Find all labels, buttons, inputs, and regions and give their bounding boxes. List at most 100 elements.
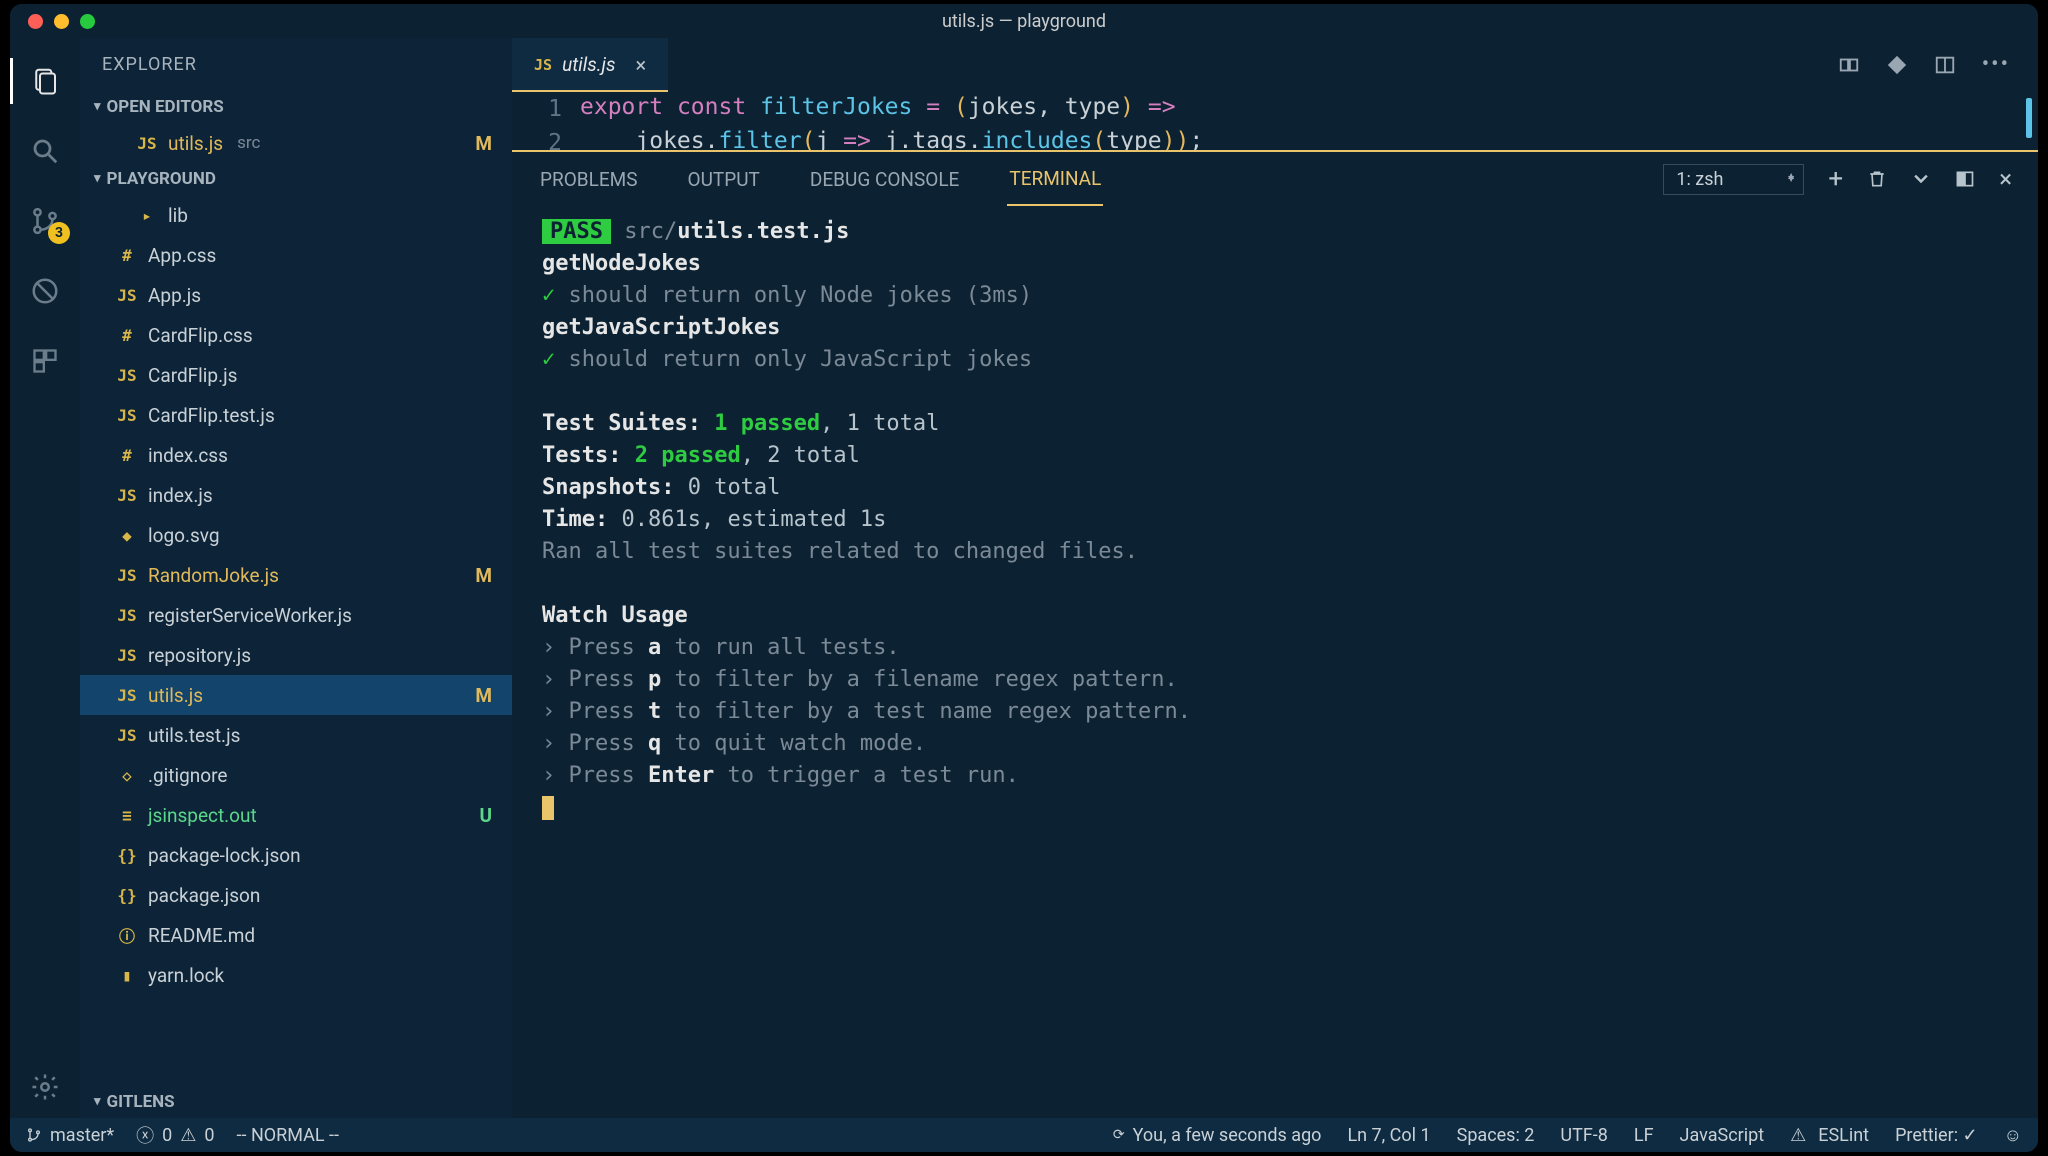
prettier-status[interactable]: Prettier: ✓ — [1895, 1125, 1978, 1146]
eslint-status[interactable]: ESLint — [1790, 1125, 1869, 1146]
terminal-select[interactable]: 1: zsh — [1663, 164, 1804, 195]
activity-bar: 3 — [10, 38, 80, 1118]
indentation[interactable]: Spaces: 2 — [1457, 1125, 1535, 1146]
search-icon[interactable] — [28, 134, 62, 168]
file-item[interactable]: JSRandomJoke.jsM — [80, 555, 512, 595]
file-name: CardFlip.test.js — [148, 404, 275, 427]
explorer-title: EXPLORER — [80, 38, 512, 91]
tab-output[interactable]: OUTPUT — [686, 154, 762, 205]
file-name: .gitignore — [148, 764, 227, 787]
close-icon[interactable]: × — [636, 53, 647, 77]
js-icon: JS — [116, 686, 138, 705]
open-editors-section[interactable]: OPEN EDITORS — [80, 91, 512, 123]
chevron-down-icon[interactable] — [1911, 169, 1931, 189]
encoding[interactable]: UTF-8 — [1560, 1125, 1607, 1146]
file-item[interactable]: JSregisterServiceWorker.js — [80, 595, 512, 635]
file-name: repository.js — [148, 644, 251, 667]
json-icon: {} — [116, 846, 138, 865]
code-editor[interactable]: 12 export const filterJokes = (jokes, ty… — [512, 92, 2038, 152]
panel-close-icon[interactable]: × — [1999, 165, 2012, 193]
folder-icon: ▸ — [136, 206, 158, 225]
panel-maximize-icon[interactable] — [1955, 169, 1975, 189]
js-icon: JS — [534, 56, 552, 74]
tab-debug-console[interactable]: DEBUG CONSOLE — [808, 154, 961, 205]
tab-utils-js[interactable]: JS utils.js × — [512, 38, 668, 91]
git-icon: ◇ — [116, 766, 138, 785]
css-icon: # — [116, 246, 138, 265]
feedback-icon[interactable]: ☺ — [2004, 1125, 2022, 1146]
eol[interactable]: LF — [1634, 1125, 1654, 1146]
terminal-cursor — [542, 796, 554, 820]
gitlens-section[interactable]: GITLENS — [80, 1086, 512, 1118]
file-item[interactable]: # CardFlip.css — [80, 315, 512, 355]
minimap[interactable] — [2026, 98, 2032, 138]
debug-icon[interactable] — [28, 274, 62, 308]
language-mode[interactable]: JavaScript — [1680, 1125, 1765, 1146]
file-item[interactable]: ◆ logo.svg — [80, 515, 512, 555]
svg-icon: ◆ — [116, 526, 138, 545]
file-item[interactable]: JSindex.js — [80, 475, 512, 515]
more-icon[interactable]: ••• — [1982, 52, 2010, 77]
file-item[interactable]: #index.css — [80, 435, 512, 475]
compare-changes-icon[interactable] — [1838, 54, 1860, 76]
file-item[interactable]: ≡jsinspect.outU — [80, 795, 512, 835]
tab-label: utils.js — [562, 53, 615, 76]
file-item[interactable]: ▸lib — [80, 195, 512, 235]
file-item[interactable]: ▮yarn.lock — [80, 955, 512, 995]
file-name: package.json — [148, 884, 260, 907]
file-name: CardFlip.js — [148, 364, 237, 387]
editor-tabbar: JS utils.js × ••• — [512, 38, 2038, 92]
file-item[interactable]: JS App.js — [80, 275, 512, 315]
open-editor-item[interactable]: JS utils.js src M — [80, 123, 512, 163]
file-name: index.js — [148, 484, 213, 507]
js-icon: JS — [116, 646, 138, 665]
json-icon: {} — [116, 886, 138, 905]
file-name: App.css — [148, 244, 216, 267]
file-name: registerServiceWorker.js — [148, 604, 352, 627]
file-item[interactable]: {} package-lock.json — [80, 835, 512, 875]
settings-gear-icon[interactable] — [28, 1070, 62, 1104]
file-name: CardFlip.css — [148, 324, 253, 347]
titlebar: utils.js — playground — [10, 4, 2038, 38]
file-name: RandomJoke.js — [148, 564, 279, 587]
problems-status[interactable]: ⓧ0 ⚠0 — [136, 1122, 214, 1148]
file-item[interactable]: JSCardFlip.test.js — [80, 395, 512, 435]
js-icon: JS — [116, 286, 138, 305]
file-item[interactable]: # App.css — [80, 235, 512, 275]
file-name: package-lock.json — [148, 844, 301, 867]
cursor-position[interactable]: Ln 7, Col 1 — [1347, 1125, 1430, 1146]
file-item[interactable]: JS repository.js — [80, 635, 512, 675]
file-item[interactable]: JSutils.test.js — [80, 715, 512, 755]
split-editor-icon[interactable] — [1934, 54, 1956, 76]
file-item[interactable]: {} package.json — [80, 875, 512, 915]
file-status: M — [475, 132, 492, 155]
status-bar: master* ⓧ0 ⚠0 -- NORMAL -- ⟳You, a few s… — [10, 1118, 2038, 1152]
panel-tabs: PROBLEMS OUTPUT DEBUG CONSOLE TERMINAL 1… — [512, 152, 2038, 206]
kill-terminal-icon[interactable] — [1867, 168, 1887, 190]
source-control-icon[interactable]: 3 — [28, 204, 62, 238]
vim-mode: -- NORMAL -- — [237, 1125, 339, 1146]
file-name: logo.svg — [148, 524, 220, 547]
tab-problems[interactable]: PROBLEMS — [538, 154, 640, 205]
file-name: App.js — [148, 284, 201, 307]
explorer-icon[interactable] — [28, 64, 62, 98]
file-item[interactable]: JSutils.jsM — [80, 675, 512, 715]
file-item[interactable]: ⓘREADME.md — [80, 915, 512, 955]
tab-terminal[interactable]: TERMINAL — [1007, 153, 1103, 206]
git-blame[interactable]: ⟳You, a few seconds ago — [1113, 1125, 1322, 1146]
file-name: utils.js — [148, 684, 203, 707]
js-icon: JS — [136, 134, 158, 153]
file-item[interactable]: JS CardFlip.js — [80, 355, 512, 395]
workspace-section[interactable]: PLAYGROUND — [80, 163, 512, 195]
file-status: M — [475, 564, 492, 587]
js-icon: JS — [116, 366, 138, 385]
terminal-output[interactable]: PASS src/utils.test.js getNodeJokes ✓ sh… — [512, 206, 2038, 1118]
git-branch[interactable]: master* — [26, 1125, 114, 1146]
open-changes-icon[interactable] — [1886, 54, 1908, 76]
extensions-icon[interactable] — [28, 344, 62, 378]
file-item[interactable]: ◇ .gitignore — [80, 755, 512, 795]
new-terminal-icon[interactable]: + — [1828, 164, 1843, 194]
scm-badge: 3 — [48, 222, 70, 244]
css-icon: # — [116, 326, 138, 345]
css-icon: # — [116, 446, 138, 465]
